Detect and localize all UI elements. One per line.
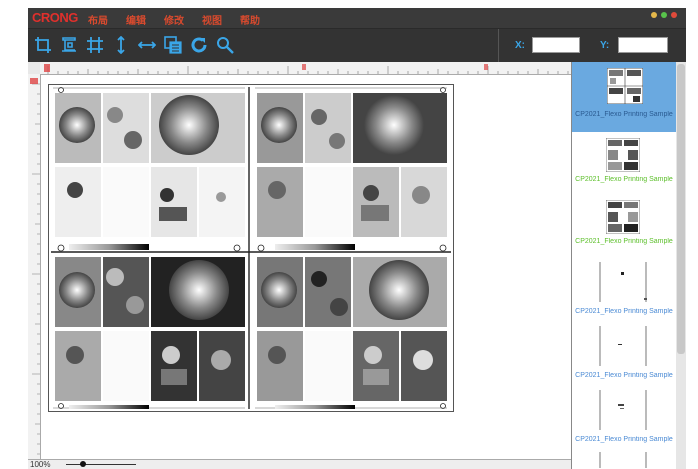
crop-frame-icon[interactable] <box>34 36 52 54</box>
scrollbar-thumb[interactable] <box>677 64 685 354</box>
thumbnail-image <box>606 138 640 172</box>
x-coordinate-label: X: <box>515 40 525 51</box>
thumbnail-label: CP2021_Flexo Printing Sample <box>575 372 673 379</box>
page-thumbnail-5[interactable]: CP2021_Flexo Printing Sample <box>572 322 676 384</box>
close-button[interactable] <box>671 12 677 18</box>
status-bar: 100% <box>28 459 571 469</box>
page-quadrant-top-right <box>257 93 447 237</box>
thumbnail-label: CP2021_Flexo Printing Sample <box>575 111 673 118</box>
page-thumbnail-2[interactable]: CP2021_Flexo Printing Sample <box>572 134 676 192</box>
thumbnail-scrollbar[interactable] <box>676 62 686 469</box>
horizontal-split-icon[interactable] <box>138 36 156 54</box>
thumbnail-image <box>599 326 647 366</box>
page-quadrant-top-left <box>55 93 245 237</box>
thumbnail-image <box>606 200 640 234</box>
thumbnail-image <box>607 68 643 104</box>
page-thumbnail-3[interactable]: CP2021_Flexo Printing Sample <box>572 196 676 254</box>
page-quadrant-bottom-left <box>55 257 245 401</box>
brand-logo: CRONG <box>32 10 78 25</box>
thumbnail-label: CP2021_Flexo Printing Sample <box>575 238 673 245</box>
thumbnail-label: CP2021_Flexo Printing Sample <box>575 436 673 443</box>
thumbnail-image <box>599 262 647 302</box>
y-coordinate-label: Y: <box>600 40 610 51</box>
page-thumbnail-panel: CP2021_Flexo Printing Sample CP2021_Flex… <box>571 62 677 469</box>
thumbnail-image <box>599 390 647 430</box>
thumbnail-label: CP2021_Flexo Printing Sample <box>575 308 673 315</box>
app-window: CRONG 布局 编辑 修改 视图 帮助 X: Y: 100% CP2021_F… <box>28 8 686 469</box>
imposition-sheet[interactable] <box>48 84 454 412</box>
y-coordinate-input[interactable] <box>618 37 668 53</box>
thumbnail-label: CP2021_Flexo Printing Sample <box>575 176 673 183</box>
menu-help[interactable]: 帮助 <box>240 12 260 27</box>
zoom-slider-handle[interactable] <box>80 461 86 467</box>
maximize-button[interactable] <box>661 12 667 18</box>
canvas-area[interactable]: 100% <box>28 62 571 469</box>
page-thumbnail-4[interactable]: CP2021_Flexo Printing Sample <box>572 258 676 320</box>
page-thumbnail-7-partial[interactable] <box>598 450 648 468</box>
menu-layout[interactable]: 布局 <box>88 12 108 27</box>
toolbar-divider <box>498 29 499 63</box>
x-coordinate-input[interactable] <box>532 37 580 53</box>
page-thumbnail-1[interactable]: CP2021_Flexo Printing Sample <box>572 62 676 132</box>
vertical-ruler[interactable] <box>28 74 41 464</box>
copy-layer-icon[interactable] <box>164 36 182 54</box>
minimize-button[interactable] <box>651 12 657 18</box>
crop-marks-icon[interactable] <box>86 36 104 54</box>
vertical-split-icon[interactable] <box>112 36 130 54</box>
menu-view[interactable]: 视图 <box>202 12 222 27</box>
search-icon[interactable] <box>216 36 234 54</box>
horizontal-ruler[interactable] <box>40 62 571 75</box>
zoom-slider[interactable] <box>66 464 136 465</box>
menu-modify[interactable]: 修改 <box>164 12 184 27</box>
toolbar: X: Y: <box>28 28 686 63</box>
refresh-icon[interactable] <box>190 36 208 54</box>
menu-bar: CRONG 布局 编辑 修改 视图 帮助 <box>28 8 686 28</box>
menu-edit[interactable]: 编辑 <box>126 12 146 27</box>
zoom-level: 100% <box>30 460 51 469</box>
page-thumbnail-6[interactable]: CP2021_Flexo Printing Sample <box>572 386 676 448</box>
page-quadrant-bottom-right <box>257 257 447 401</box>
crop-bleed-icon[interactable] <box>60 36 78 54</box>
sheet-layout <box>51 87 451 409</box>
